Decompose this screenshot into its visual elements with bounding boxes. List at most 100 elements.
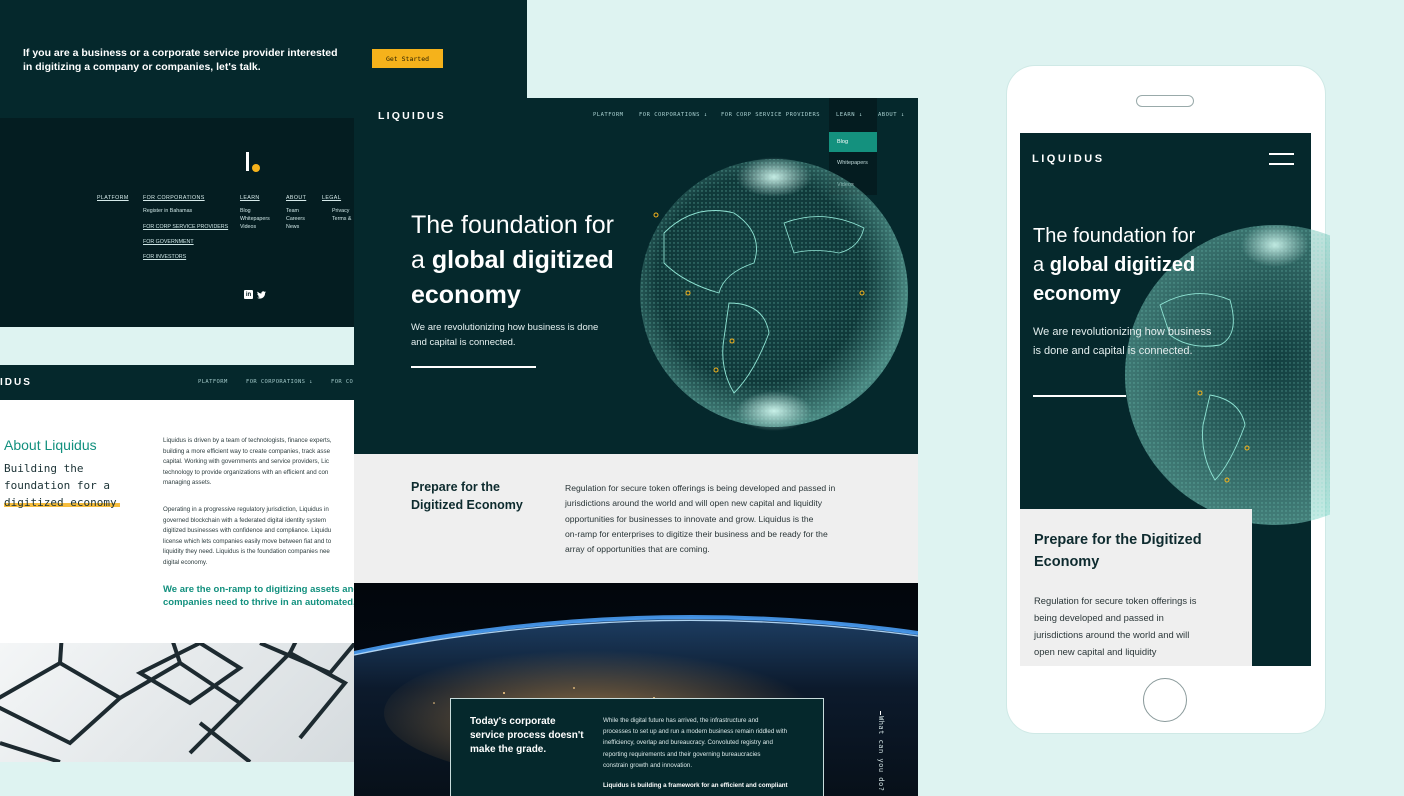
footer-heading-platform[interactable]: PLATFORM — [97, 195, 129, 201]
text-line: While the digital future has arrived, th… — [603, 717, 759, 724]
hero-heading: The foundation for a global digitized ec… — [411, 208, 651, 313]
about-paragraph-2: Operating in a progressive regulatory ju… — [163, 505, 355, 568]
about-subtitle: Building the foundation for a digitized … — [4, 462, 117, 509]
footer-link-government[interactable]: FOR GOVERNMENT — [143, 239, 228, 245]
text-line: building a more efficient way to create … — [163, 447, 331, 455]
text-line: Regulation for secure token offerings is — [1034, 595, 1197, 606]
text-line: reporting requirements and their governi… — [603, 750, 761, 758]
mobile-liquidus-logo[interactable]: LIQUIDUS — [1032, 153, 1105, 165]
prepare-title: Prepare for the Digitized Economy — [411, 480, 523, 512]
footer-link-whitepapers[interactable]: Whitepapers — [240, 215, 270, 223]
prepare-text: Regulation for secure token offerings is… — [565, 481, 870, 557]
nav-for-corp-service-providers[interactable]: FOR CORP SERVICE PROVIDERS — [721, 112, 820, 118]
hero-text: We are revolutionizing how business is d… — [411, 322, 599, 348]
footer-heading-learn[interactable]: LEARN — [240, 195, 270, 201]
liquidus-logo[interactable]: LIQUIDUS — [378, 110, 446, 122]
hero-line-2-bold: global digitized — [431, 246, 614, 274]
about-nav-corp-service[interactable]: FOR CO — [331, 379, 355, 385]
text-line: being developed and passed in — [1034, 612, 1164, 623]
text-line: opportunities for businesses to innovate… — [565, 513, 814, 524]
hero-line-2: a global digitized — [411, 243, 651, 278]
footer-col-learn: LEARN Blog Whitepapers Videos — [240, 195, 270, 231]
mobile-hero-divider — [1033, 395, 1126, 397]
footer-heading-corporations[interactable]: FOR CORPORATIONS — [143, 195, 228, 201]
about-nav-platform[interactable]: PLATFORM — [198, 379, 228, 385]
liquidus-mark-logo — [246, 152, 266, 174]
architecture-photo — [0, 643, 355, 762]
text-line: Regulation for secure token offerings is… — [565, 483, 836, 493]
nav-platform[interactable]: PLATFORM — [593, 112, 624, 118]
footer-col-about: ABOUT Team Careers News — [286, 195, 306, 231]
footer-link-videos[interactable]: Videos — [240, 223, 270, 231]
text-line: jurisdictions around the world and will … — [565, 498, 823, 509]
text-line: license which lets companies easily move… — [163, 537, 332, 545]
about-title: About Liquidus — [4, 437, 97, 453]
globe-illustration — [640, 157, 908, 431]
text-line: array of opportunities that are coming. — [565, 544, 710, 555]
mobile-hero-line-3: economy — [1033, 280, 1253, 309]
footer-col-platform: PLATFORM — [97, 195, 129, 207]
cta-text: If you are a business or a corporate ser… — [23, 47, 338, 73]
footer-link-team[interactable]: Team — [286, 207, 306, 215]
mobile-hero-line-1: The foundation for — [1033, 225, 1196, 247]
text-line: processes to set up and run a modern bus… — [603, 728, 788, 736]
twitter-icon[interactable] — [257, 290, 266, 299]
text-line: We are the on-ramp to digitizing assets … — [163, 584, 355, 595]
hero-line-3-bold: economy — [411, 281, 521, 309]
desktop-mockup: LIQUIDUS PLATFORM FOR CORPORATIONS ↓ FOR… — [354, 98, 918, 796]
footer-link-privacy[interactable]: Privacy — [322, 207, 355, 215]
text-line: capital. Working with governments and se… — [163, 458, 329, 465]
footer-heading-legal[interactable]: LEGAL — [322, 195, 355, 201]
text-line: companies need to thrive in an automated… — [163, 597, 355, 608]
linkedin-icon[interactable]: in — [244, 290, 253, 299]
mobile-prepare-text: Regulation for secure token offerings is… — [1034, 592, 1244, 660]
footer-link-careers[interactable]: Careers — [286, 215, 306, 223]
about-page-logo[interactable]: IDUS — [0, 377, 32, 388]
text-line: governed blockchain with a federated dig… — [163, 516, 327, 524]
footer-link-investors[interactable]: FOR INVESTORS — [143, 254, 228, 260]
text-line: open new capital and liquidity — [1034, 646, 1157, 657]
hero-line-2-prefix: a — [411, 246, 432, 274]
nav-about[interactable]: ABOUT ↓ — [878, 112, 905, 118]
footer-heading-about[interactable]: ABOUT — [286, 195, 306, 201]
text-line: jurisdictions around the world and will — [1034, 629, 1190, 640]
text-line: digitized businesses with confidence and… — [163, 527, 332, 534]
today-text: While the digital future has arrived, th… — [603, 715, 818, 771]
mobile-hero-line-3-bold: economy — [1033, 283, 1121, 305]
about-nav-corporations[interactable]: FOR CORPORATIONS ↓ — [246, 379, 313, 385]
nav-for-corporations[interactable]: FOR CORPORATIONS ↓ — [639, 112, 708, 118]
phone-home-button[interactable] — [1143, 678, 1187, 722]
footer-link-news[interactable]: News — [286, 223, 306, 231]
footer-col-corporations: FOR CORPORATIONS Register in Bahamas FOR… — [143, 195, 228, 260]
about-quote: We are the on-ramp to digitizing assets … — [163, 583, 355, 609]
footer-col-legal: LEGAL Privacy Terms & — [322, 195, 355, 223]
hero-line-1: The foundation for — [411, 211, 614, 239]
mobile-hero-heading: The foundation for a global digitized ec… — [1033, 222, 1253, 309]
text-line: Liquidus is driven by a team of technolo… — [163, 437, 332, 444]
get-started-button[interactable]: Get Started — [372, 49, 443, 68]
hero-divider — [411, 366, 536, 368]
footer-link-blog[interactable]: Blog — [240, 207, 270, 215]
text-line: inefficiency, overlap and bureaucracy. C… — [603, 739, 773, 747]
text-line: digital economy. — [163, 558, 208, 566]
today-bold-text: Liquidus is building a framework for an … — [603, 782, 788, 789]
dropdown-item-blog[interactable]: Blog — [829, 132, 877, 152]
text-line: on-ramp for enterprises to digitize thei… — [565, 528, 828, 539]
text-line: managing assets. — [163, 479, 212, 486]
mobile-prepare-title: Prepare for the Digitized Economy — [1034, 532, 1202, 570]
footer-link-corp-service[interactable]: FOR CORP SERVICE PROVIDERS — [143, 224, 228, 230]
text-line: constrain growth and innovation. — [603, 761, 693, 769]
phone-speaker — [1136, 95, 1194, 107]
nav-learn[interactable]: LEARN ↓ — [836, 112, 863, 118]
mobile-hero-line-2-prefix: a — [1033, 254, 1050, 276]
footer-link-terms[interactable]: Terms & — [322, 215, 355, 223]
hero-line-3: economy — [411, 278, 651, 313]
mobile-hero-line-2-bold: global digitized — [1049, 254, 1196, 276]
footer-link-register[interactable]: Register in Bahamas — [143, 207, 228, 215]
today-title: Today's corporate service process doesn'… — [470, 716, 584, 755]
text-line: liquidity they need. Liquidus is the fou… — [163, 548, 330, 555]
text-line: technology to provide organizations with… — [163, 468, 329, 476]
social-links: in — [244, 290, 266, 299]
hamburger-menu-icon[interactable] — [1269, 153, 1294, 167]
vertical-divider — [880, 711, 881, 715]
